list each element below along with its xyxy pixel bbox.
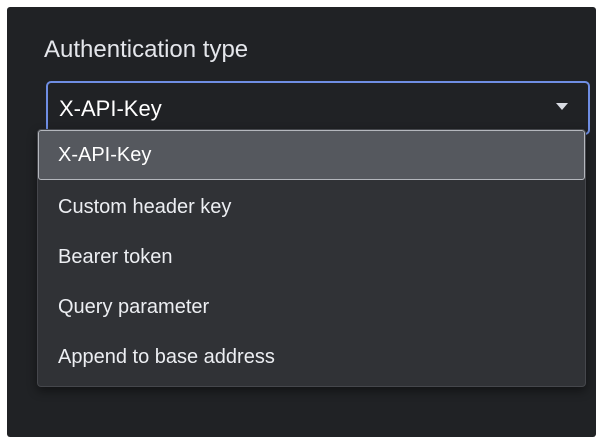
option-label: X-API-Key <box>58 144 152 166</box>
option-label: Custom header key <box>58 196 232 218</box>
authentication-type-dropdown: X-API-Key Custom header key Bearer token… <box>37 129 586 387</box>
option-append-to-base-address[interactable]: Append to base address <box>38 332 585 382</box>
option-label: Query parameter <box>58 296 210 318</box>
option-bearer-token[interactable]: Bearer token <box>38 232 585 282</box>
option-label: Append to base address <box>58 346 275 368</box>
chevron-down-icon <box>556 103 568 110</box>
option-custom-header-key[interactable]: Custom header key <box>38 182 585 232</box>
option-x-api-key[interactable]: X-API-Key <box>38 130 585 180</box>
selected-value: X-API-Key <box>59 96 162 121</box>
option-query-parameter[interactable]: Query parameter <box>38 282 585 332</box>
authentication-type-select[interactable]: X-API-Key <box>46 81 590 135</box>
option-label: Bearer token <box>58 246 173 268</box>
authentication-type-label: Authentication type <box>44 36 249 63</box>
